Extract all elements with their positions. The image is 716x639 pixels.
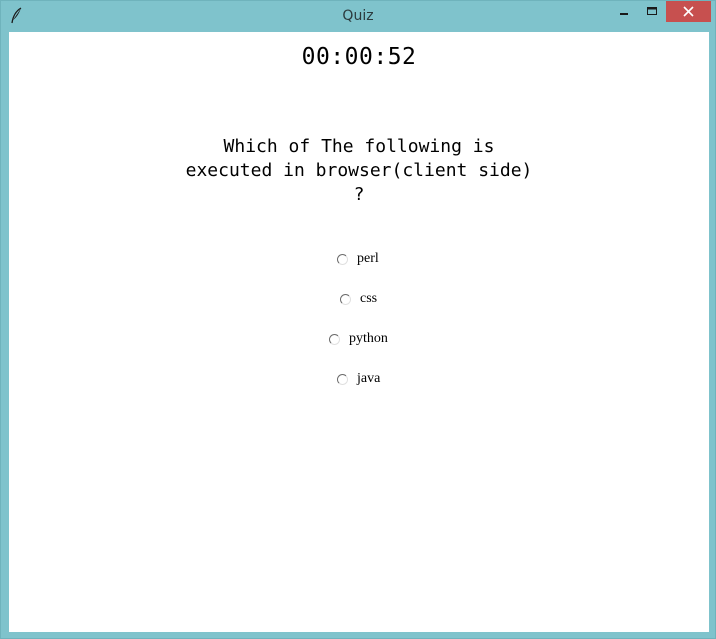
option-css[interactable]: css xyxy=(340,289,377,309)
minimize-button[interactable] xyxy=(611,1,639,22)
close-icon xyxy=(683,6,694,17)
window-title: Quiz xyxy=(342,8,374,24)
option-label: perl xyxy=(357,251,379,266)
option-java[interactable]: java xyxy=(337,369,380,389)
option-python[interactable]: python xyxy=(329,329,388,349)
question-line: executed in browser(client side) xyxy=(185,160,533,181)
radio-button[interactable] xyxy=(329,333,340,345)
close-button[interactable] xyxy=(666,1,711,22)
maximize-button[interactable] xyxy=(639,1,665,22)
radio-button[interactable] xyxy=(337,373,348,385)
option-label: css xyxy=(360,291,378,306)
option-label: java xyxy=(357,371,381,386)
title-bar[interactable]: Quiz xyxy=(1,1,715,31)
question-line: Which of The following is xyxy=(223,136,495,157)
maximize-icon xyxy=(647,7,657,15)
radio-button[interactable] xyxy=(337,253,348,265)
question-text: Which of The following is executed in br… xyxy=(9,135,709,207)
minimize-icon xyxy=(620,13,628,15)
radio-button[interactable] xyxy=(340,293,351,305)
quiz-window: Quiz 00:00:52 Which of The following is … xyxy=(0,0,716,639)
option-perl[interactable]: perl xyxy=(337,249,379,269)
quiz-panel: 00:00:52 Which of The following is execu… xyxy=(9,32,709,632)
timer-label: 00:00:52 xyxy=(301,44,417,70)
question-line: ? xyxy=(353,184,365,205)
option-label: python xyxy=(349,331,388,346)
